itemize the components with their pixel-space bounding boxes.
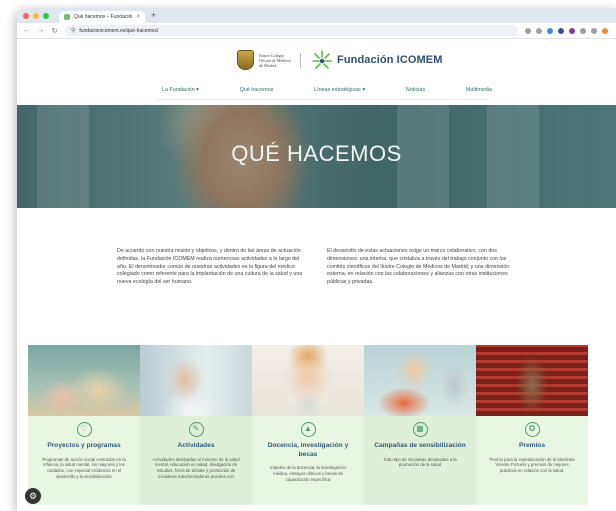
url-text[interactable]: fundacionicomem.es/que-hacemos/ xyxy=(79,28,158,34)
main-navigation: La Fundación ▾ Qué hacemos Líneas estrat… xyxy=(162,87,492,93)
address-bar-row: ← → ↻ ⚲ fundacionicomem.es/que-hacemos/ xyxy=(17,23,616,39)
calendar-icon: ▦ xyxy=(412,422,428,437)
browser-tab[interactable]: Qué hacemos – Fundación ICOMEM × xyxy=(59,11,145,23)
card-description: Impulso de la docencia, la investigación… xyxy=(270,465,346,482)
bookmark-star-icon[interactable] xyxy=(525,27,531,34)
card-body: ▦ Campañas de sensibilización Todo tipo … xyxy=(364,416,476,505)
url-bar[interactable]: ⚲ fundacionicomem.es/que-hacemos/ xyxy=(65,25,518,36)
card-body: ✎ Actividades Actividades destinadas al … xyxy=(140,416,252,505)
foundation-name: Fundación ICOMEM xyxy=(337,54,443,66)
minimize-window-button[interactable] xyxy=(33,12,39,19)
card-body: ✪ Premios Premio para la Humanización de… xyxy=(476,416,588,505)
card-proyectos[interactable]: ♡ Proyectos y programas Programas de acc… xyxy=(28,345,140,505)
logo-group[interactable]: Ilustre Colegio Oficial de Médicos de Ma… xyxy=(237,49,442,71)
building-icon: ▲ xyxy=(300,422,316,437)
card-campanas[interactable]: ▦ Campañas de sensibilización Todo tipo … xyxy=(364,345,476,505)
maximize-window-button[interactable] xyxy=(43,12,49,19)
forward-arrow-icon[interactable]: → xyxy=(37,27,44,34)
tab-strip: Qué hacemos – Fundación ICOMEM × + xyxy=(17,8,616,23)
card-title[interactable]: Actividades xyxy=(140,442,252,451)
card-description: Actividades destinadas al fomento de la … xyxy=(152,456,240,479)
close-window-button[interactable] xyxy=(23,12,29,19)
extension-icon[interactable] xyxy=(547,27,553,34)
card-image xyxy=(140,345,252,416)
card-docencia[interactable]: ▲ Docencia, investigación y becas Impuls… xyxy=(252,345,364,505)
hero-banner: QUÉ HACEMOS xyxy=(17,105,616,208)
activity-cards: ♡ Proyectos y programas Programas de acc… xyxy=(28,345,588,505)
nav-item-multimedia[interactable]: Multimedia xyxy=(466,87,492,93)
cookie-settings-icon[interactable]: ⚙ xyxy=(25,488,41,504)
card-body: ♡ Proyectos y programas Programas de acc… xyxy=(28,416,140,505)
extension-icon[interactable] xyxy=(536,27,542,34)
favicon-icon xyxy=(64,14,70,20)
extensions-puzzle-icon[interactable] xyxy=(580,27,586,34)
medal-icon: ✪ xyxy=(524,422,540,437)
extension-toolbar xyxy=(525,27,610,34)
intro-paragraph-right: El desarrollo de estas actuaciones exige… xyxy=(327,248,510,286)
nav-item-que-hacemos[interactable]: Qué hacemos xyxy=(240,87,274,93)
profile-avatar[interactable] xyxy=(602,27,608,34)
college-crest-icon xyxy=(237,50,254,70)
card-description: Todo tipo de iniciativas destinadas a la… xyxy=(383,456,457,468)
tab-close-icon[interactable]: × xyxy=(136,14,140,20)
foundation-logo[interactable]: Fundación ICOMEM xyxy=(311,49,442,71)
new-tab-button[interactable]: + xyxy=(151,11,156,20)
heart-hands-icon: ♡ xyxy=(76,422,92,437)
page-title: QUÉ HACEMOS xyxy=(231,141,402,166)
nav-item-noticias[interactable]: Noticias xyxy=(406,87,425,93)
tab-title: Qué hacemos – Fundación ICOMEM xyxy=(74,14,133,20)
extension-icon[interactable] xyxy=(569,27,575,34)
intro-section: De acuerdo con nuestra misión y objetivo… xyxy=(17,208,616,342)
card-title[interactable]: Proyectos y programas xyxy=(28,442,140,451)
foundation-star-icon xyxy=(312,50,332,69)
chat-bubble-icon: ✎ xyxy=(188,422,204,437)
card-description: Programas de acción social centrados en … xyxy=(42,456,126,479)
card-image xyxy=(364,345,476,416)
window-controls xyxy=(23,12,49,19)
nav-divider xyxy=(157,99,487,100)
sidebar-icon[interactable] xyxy=(591,27,597,34)
site-header: Ilustre Colegio Oficial de Médicos de Ma… xyxy=(17,39,616,105)
reload-icon[interactable]: ↻ xyxy=(51,27,58,35)
card-title[interactable]: Docencia, investigación y becas xyxy=(252,442,364,459)
back-arrow-icon[interactable]: ← xyxy=(23,27,30,34)
nav-item-la-fundacion[interactable]: La Fundación ▾ xyxy=(162,87,199,93)
intro-paragraph-left: De acuerdo con nuestra misión y objetivo… xyxy=(117,248,303,286)
card-image xyxy=(252,345,364,416)
card-premios[interactable]: ✪ Premios Premio para la Humanización de… xyxy=(476,345,588,505)
card-body: ▲ Docencia, investigación y becas Impuls… xyxy=(252,416,364,505)
card-title[interactable]: Premios xyxy=(476,442,588,451)
site-info-icon[interactable]: ⚲ xyxy=(71,27,75,34)
card-title[interactable]: Campañas de sensibilización xyxy=(364,442,476,451)
college-name: Ilustre Colegio Oficial de Médicos de Ma… xyxy=(259,52,301,68)
card-actividades[interactable]: ✎ Actividades Actividades destinadas al … xyxy=(140,345,252,505)
nav-item-lineas-estrategicas[interactable]: Líneas estratégicas ▾ xyxy=(314,87,365,93)
card-image xyxy=(476,345,588,416)
card-description: Premio para la Humanización de la Medici… xyxy=(489,456,575,474)
card-image xyxy=(28,345,140,416)
extension-icon[interactable] xyxy=(558,27,564,34)
